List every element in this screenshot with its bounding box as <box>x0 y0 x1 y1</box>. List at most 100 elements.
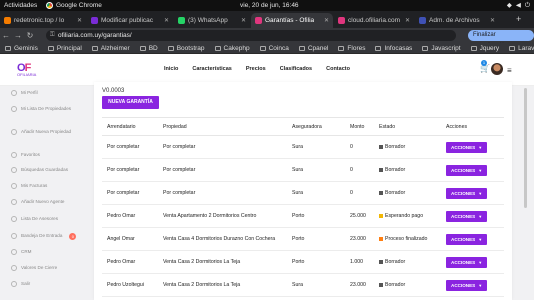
bookmark-item[interactable]: Infocasas <box>375 45 412 52</box>
new-warranty-button[interactable]: NUEVA GARANTÍA <box>102 96 159 109</box>
tab-favicon-icon <box>419 17 426 24</box>
sidebar-item-label: Valores De Cierre <box>21 265 58 270</box>
system-tray[interactable]: ◆ ◀ ⏻ <box>507 0 530 11</box>
chevron-down-icon: ▼ <box>478 259 483 265</box>
browser-tab[interactable]: redetronic.top / lo ✕ <box>0 13 86 28</box>
avatar[interactable] <box>491 63 503 75</box>
tab-close-icon[interactable]: ✕ <box>405 17 410 24</box>
sidebar-item[interactable]: Búsquedas Guardadas <box>11 167 79 173</box>
status-color-icon <box>379 214 383 218</box>
bookmark-item[interactable]: Jquery <box>470 45 499 52</box>
arrendatario-cell: Por completar <box>102 181 158 205</box>
acciones-button[interactable]: ACCIONES ▼ <box>446 256 488 268</box>
chrome-icon <box>46 2 53 9</box>
bookmark-label: Infocasas <box>384 44 413 52</box>
status-color-icon <box>379 283 383 287</box>
sidebar-item-icon <box>11 106 17 112</box>
bookmarks-bar: Geminis Principal Alzheimer BD Bootstrap Cake… <box>0 43 534 54</box>
lock-icon: ⚿ <box>50 32 55 38</box>
menu-item[interactable]: Inicio <box>164 66 178 72</box>
sidebar-item[interactable]: Mi Lista De Propiedades <box>11 106 79 112</box>
acciones-button[interactable]: ACCIONES ▼ <box>446 187 488 199</box>
sidebar-item[interactable]: Mis Facturas <box>11 183 79 189</box>
scrollbar-thumb[interactable] <box>524 88 527 208</box>
bookmark-item[interactable]: Bootstrap <box>167 44 205 52</box>
menu-item[interactable]: Características <box>192 66 231 72</box>
tab-close-icon[interactable]: ✕ <box>490 17 495 24</box>
forward-icon[interactable]: → <box>12 31 24 40</box>
acciones-button[interactable]: ACCIONES ▼ <box>446 279 488 291</box>
sidebar-item[interactable]: Lista De Asesores <box>11 216 79 222</box>
status-text: Borrador <box>385 190 406 196</box>
bookmark-item[interactable]: Alzheimer <box>91 45 130 52</box>
tab-close-icon[interactable]: ✕ <box>241 17 246 24</box>
sidebar-item-label: Búsquedas Guardadas <box>21 167 68 172</box>
browser-tab[interactable]: Garantías - Ofilia ✕ <box>251 13 333 28</box>
sidebar-item[interactable]: CRM <box>11 249 79 255</box>
table-row: Pedro Omar Venta Casa 2 Dormitorios La Te… <box>102 250 504 274</box>
sidebar-item-icon <box>11 249 17 255</box>
browser-tab[interactable]: (3) WhatsApp ✕ <box>174 13 250 28</box>
acciones-button[interactable]: ACCIONES ▼ <box>446 233 488 245</box>
address-bar[interactable]: ⚿ ofiliaria.com.uy/garantias/ <box>46 30 456 41</box>
tab-favicon-icon <box>255 17 262 24</box>
tab-close-icon[interactable]: ✕ <box>77 17 82 24</box>
folder-icon <box>47 45 54 51</box>
acciones-cell: ACCIONES ▼ <box>441 158 504 182</box>
sidebar-item[interactable]: Bandeja De Entrada 0 <box>11 233 79 240</box>
acciones-button[interactable]: ACCIONES ▼ <box>446 141 488 153</box>
bookmark-label: Bootstrap <box>176 44 205 52</box>
cart-count-badge: 1 <box>481 60 487 66</box>
tab-title: Adm. de Archivos <box>429 17 480 24</box>
menu-item[interactable]: Contacto <box>326 66 350 72</box>
propiedad-cell: Venta Casa 2 Dormitorios La Teja <box>158 273 287 297</box>
tab-close-icon[interactable]: ✕ <box>164 17 169 24</box>
app-menu[interactable]: Google Chrome <box>46 0 102 11</box>
bookmark-item[interactable]: Laravel <box>509 45 534 52</box>
bookmark-item[interactable]: Geminis <box>5 45 38 52</box>
bookmark-item[interactable]: Principal <box>47 45 82 52</box>
acciones-button[interactable]: ACCIONES ▼ <box>446 210 488 222</box>
browser-tab[interactable]: Adm. de Archivos ✕ <box>415 13 499 28</box>
chevron-down-icon: ▼ <box>478 236 483 242</box>
bookmark-item[interactable]: Cakephp <box>214 45 250 52</box>
sidebar-item[interactable]: Añadir Nuevo Agente <box>11 199 79 205</box>
tab-close-icon[interactable]: ✕ <box>324 17 329 24</box>
sidebar-item[interactable]: Favoritos <box>11 152 79 158</box>
finalizar-actualizacion-button[interactable]: Finalizar actualización <box>468 30 534 49</box>
table-row: Por completar Por completar Sura 0 Borrador A… <box>102 181 504 205</box>
menu-item[interactable]: Clasificados <box>280 66 312 72</box>
estado-cell: Borrador <box>374 250 441 274</box>
sidebar-item[interactable]: Mi Perfil <box>11 90 79 96</box>
folder-icon <box>509 45 516 51</box>
site-logo[interactable]: OF OFILIARIA <box>17 62 43 82</box>
folder-icon <box>422 45 429 51</box>
bookmark-item[interactable]: Javascript <box>422 45 461 52</box>
sidebar-item-label: CRM <box>21 249 32 254</box>
status-color-icon <box>379 145 383 149</box>
bookmark-item[interactable]: Cpanel <box>298 45 328 52</box>
bookmark-item[interactable]: Flores <box>338 45 365 52</box>
sidebar-item[interactable]: Valores De Cierre <box>11 265 79 271</box>
reload-icon[interactable]: ↻ <box>24 31 36 40</box>
bookmark-label: Flores <box>347 44 366 52</box>
menu-item[interactable]: Precios <box>246 66 266 72</box>
acciones-label: ACCIONES <box>451 190 476 196</box>
column-header: Aseguradora <box>287 117 345 136</box>
sidebar-item[interactable]: Salir <box>11 281 79 287</box>
sidebar-item[interactable]: Añadir Nueva Propiedad <box>11 129 79 135</box>
back-icon[interactable]: ← <box>0 31 12 40</box>
activities-button[interactable]: Actividades <box>4 0 37 11</box>
clock[interactable]: vie, 20 de jun, 16:46 <box>240 0 299 11</box>
bookmark-item[interactable]: BD <box>139 45 158 52</box>
browser-tab[interactable]: Modificar publicac ✕ <box>87 13 173 28</box>
hamburger-menu-icon[interactable]: ≡ <box>507 66 512 75</box>
acciones-button[interactable]: ACCIONES ▼ <box>446 164 488 176</box>
arrendatario-cell: Pedro Omar <box>102 204 158 228</box>
browser-tab[interactable]: cloud.ofiliaria.com ✕ <box>334 13 414 28</box>
folder-icon <box>470 45 477 51</box>
cart-icon[interactable]: 🛒 1 <box>480 60 490 73</box>
warranties-card: V0.0003 NUEVA GARANTÍA Arrendatario Propi… <box>94 82 512 300</box>
bookmark-item[interactable]: Coinca <box>259 45 289 52</box>
new-tab-button[interactable]: + <box>516 14 521 24</box>
